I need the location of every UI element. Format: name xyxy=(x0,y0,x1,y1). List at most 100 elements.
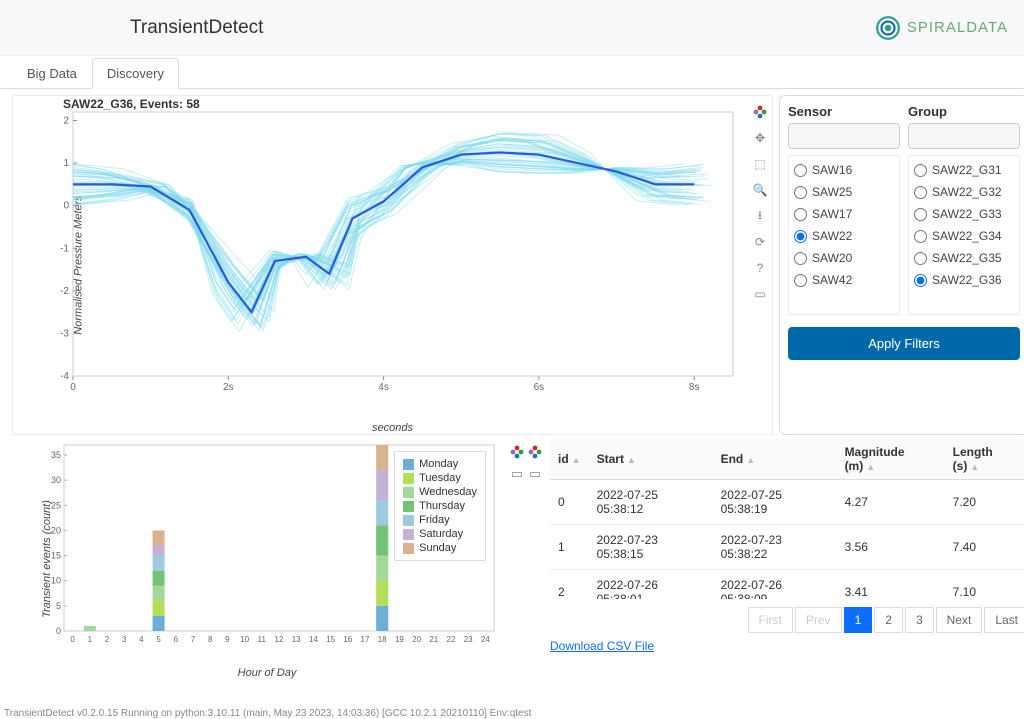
group-option-SAW22_G33[interactable]: SAW22_G33 xyxy=(912,203,1016,225)
svg-text:20: 20 xyxy=(412,635,421,644)
bokeh-logo-icon[interactable] xyxy=(526,443,544,461)
hover-icon[interactable]: ▭ xyxy=(526,465,544,483)
sensor-radio[interactable] xyxy=(794,230,807,243)
legend-item: Sunday xyxy=(403,541,477,555)
svg-text:14: 14 xyxy=(309,635,318,644)
svg-text:25: 25 xyxy=(51,500,61,510)
sensor-label: Sensor xyxy=(788,104,900,119)
brand-logo: SPIRALDATA xyxy=(875,15,1008,41)
sensor-option-SAW20[interactable]: SAW20 xyxy=(792,247,896,269)
sensor-radio[interactable] xyxy=(794,274,807,287)
line-plot[interactable]: 210-1-2-3-402s4s6s8s xyxy=(43,100,763,430)
col-id[interactable]: id▲ xyxy=(550,439,589,480)
group-option-SAW22_G31[interactable]: SAW22_G31 xyxy=(912,159,1016,181)
svg-text:1: 1 xyxy=(63,158,69,169)
bokeh-logo-icon[interactable] xyxy=(750,102,770,122)
tab-discovery[interactable]: Discovery xyxy=(92,58,179,89)
sensor-filter: Sensor SAW16SAW25SAW17SAW22SAW20SAW42 xyxy=(788,104,900,315)
svg-text:0: 0 xyxy=(70,635,75,644)
svg-text:24: 24 xyxy=(481,635,490,644)
reset-icon[interactable]: ⟳ xyxy=(750,232,770,252)
svg-text:0: 0 xyxy=(56,626,61,636)
sensor-radio-list[interactable]: SAW16SAW25SAW17SAW22SAW20SAW42 xyxy=(788,155,900,315)
col-length-s-[interactable]: Length (s)▲ xyxy=(945,439,1024,480)
group-option-SAW22_G32[interactable]: SAW22_G32 xyxy=(912,181,1016,203)
sensor-option-SAW25[interactable]: SAW25 xyxy=(792,181,896,203)
sensor-search-input[interactable] xyxy=(788,123,900,149)
col-start[interactable]: Start▲ xyxy=(589,439,713,480)
col-magnitude-m-[interactable]: Magnitude (m)▲ xyxy=(837,439,945,480)
svg-text:-3: -3 xyxy=(60,328,69,339)
group-radio-list[interactable]: SAW22_G31SAW22_G32SAW22_G33SAW22_G34SAW2… xyxy=(908,155,1020,315)
svg-text:0: 0 xyxy=(63,201,69,212)
group-search-input[interactable] xyxy=(908,123,1020,149)
sensor-radio[interactable] xyxy=(794,164,807,177)
page-first[interactable]: First xyxy=(748,607,793,633)
pan-icon[interactable]: ✥ xyxy=(750,128,770,148)
svg-text:19: 19 xyxy=(395,635,404,644)
group-filter: Group SAW22_G31SAW22_G32SAW22_G33SAW22_G… xyxy=(908,104,1020,315)
box-zoom-icon[interactable]: ⬚ xyxy=(750,154,770,174)
svg-text:6s: 6s xyxy=(534,382,545,393)
events-table: id▲Start▲End▲Magnitude (m)▲Length (s)▲ 0… xyxy=(550,439,1024,599)
group-radio[interactable] xyxy=(914,252,927,265)
legend-item: Saturday xyxy=(403,527,477,541)
sensor-option-SAW17[interactable]: SAW17 xyxy=(792,203,896,225)
page-2[interactable]: 2 xyxy=(874,607,903,633)
footer-version: TransientDetect v0.2.0.15 Running on pyt… xyxy=(4,708,531,719)
svg-text:23: 23 xyxy=(464,635,473,644)
table-row[interactable]: 02022-07-25 05:38:122022-07-25 05:38:194… xyxy=(550,480,1024,525)
download-csv-link[interactable]: Download CSV File xyxy=(550,639,654,653)
hover-icon[interactable]: ▭ xyxy=(750,284,770,304)
group-option-SAW22_G36[interactable]: SAW22_G36 xyxy=(912,269,1016,291)
main-chart-panel: SAW22_G36, Events: 58 Normalised Pressur… xyxy=(12,95,773,435)
col-end[interactable]: End▲ xyxy=(713,439,837,480)
svg-text:30: 30 xyxy=(51,475,61,485)
svg-text:11: 11 xyxy=(258,635,267,644)
page-next[interactable]: Next xyxy=(936,607,983,633)
save-icon[interactable]: ⭳ xyxy=(750,206,770,226)
svg-text:3: 3 xyxy=(122,635,127,644)
sensor-radio[interactable] xyxy=(794,186,807,199)
events-table-panel: ▭ id▲Start▲End▲Magnitude (m)▲Length (s)▲… xyxy=(528,439,1024,679)
svg-text:10: 10 xyxy=(240,635,249,644)
group-radio[interactable] xyxy=(914,208,927,221)
svg-text:17: 17 xyxy=(361,635,370,644)
group-option-SAW22_G34[interactable]: SAW22_G34 xyxy=(912,225,1016,247)
table-row[interactable]: 12022-07-23 05:38:152022-07-23 05:38:223… xyxy=(550,525,1024,570)
svg-text:8: 8 xyxy=(208,635,213,644)
sensor-option-SAW16[interactable]: SAW16 xyxy=(792,159,896,181)
group-radio[interactable] xyxy=(914,186,927,199)
page-3[interactable]: 3 xyxy=(905,607,934,633)
sensor-option-SAW22[interactable]: SAW22 xyxy=(792,225,896,247)
page-last[interactable]: Last xyxy=(984,607,1024,633)
table-row[interactable]: 22022-07-26 05:38:012022-07-26 05:38:093… xyxy=(550,570,1024,600)
page-prev[interactable]: Prev xyxy=(795,607,842,633)
svg-text:-2: -2 xyxy=(60,286,69,297)
sensor-radio[interactable] xyxy=(794,208,807,221)
group-option-SAW22_G35[interactable]: SAW22_G35 xyxy=(912,247,1016,269)
group-radio[interactable] xyxy=(914,230,927,243)
plot-toolbar: ✥ ⬚ 🔍 ⭳ ⟳ ? ▭ xyxy=(750,102,770,304)
filters-panel: Sensor SAW16SAW25SAW17SAW22SAW20SAW42 Gr… xyxy=(779,95,1024,435)
legend-item: Wednesday xyxy=(403,485,477,499)
help-icon[interactable]: ? xyxy=(750,258,770,278)
group-radio[interactable] xyxy=(914,274,927,287)
bar-chart-panel: ▭ Transient events (count) Hour of Day 3… xyxy=(12,439,522,679)
group-label: Group xyxy=(908,104,1020,119)
svg-text:1: 1 xyxy=(88,635,93,644)
svg-text:18: 18 xyxy=(378,635,387,644)
svg-text:9: 9 xyxy=(225,635,230,644)
sensor-radio[interactable] xyxy=(794,252,807,265)
tab-big-data[interactable]: Big Data xyxy=(12,58,92,88)
svg-text:13: 13 xyxy=(292,635,301,644)
apply-filters-button[interactable]: Apply Filters xyxy=(788,327,1020,360)
svg-text:0: 0 xyxy=(70,382,76,393)
svg-text:4s: 4s xyxy=(378,382,389,393)
wheel-zoom-icon[interactable]: 🔍 xyxy=(750,180,770,200)
svg-text:2s: 2s xyxy=(223,382,234,393)
svg-text:-4: -4 xyxy=(60,371,69,382)
sensor-option-SAW42[interactable]: SAW42 xyxy=(792,269,896,291)
page-1[interactable]: 1 xyxy=(844,607,873,633)
group-radio[interactable] xyxy=(914,164,927,177)
